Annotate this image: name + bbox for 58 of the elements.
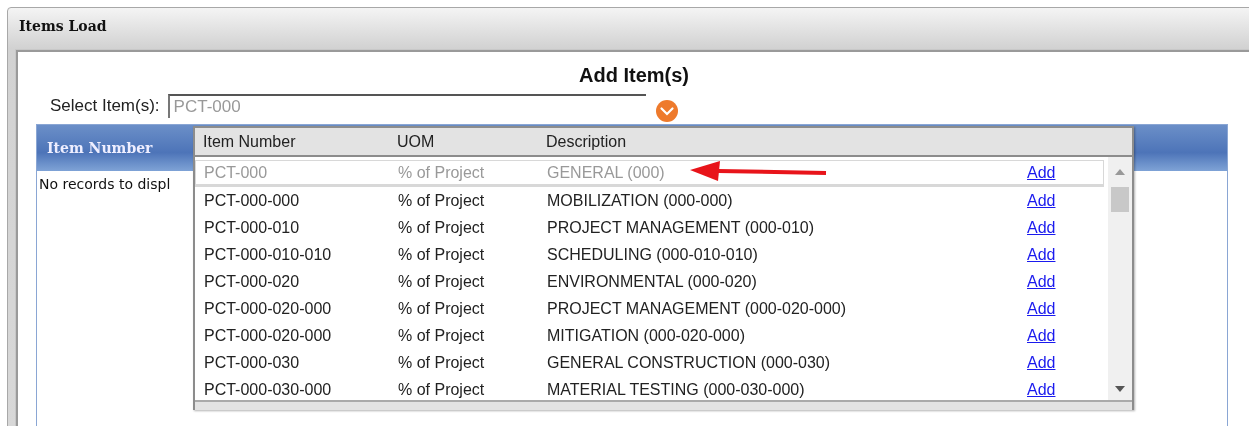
scroll-down-icon[interactable]: [1115, 386, 1125, 392]
uom-cell-text: % of Project: [398, 218, 486, 237]
uom-cell-text: % of Project: [398, 299, 486, 318]
empty-message: No records to displ: [38, 175, 172, 194]
description-cell: MATERIAL TESTING (000-030-000): [547, 380, 805, 398]
dialog-heading: Add Item(s): [578, 64, 690, 87]
description-cell: PROJECT MANAGEMENT (000-010): [547, 218, 815, 236]
description-cell: GENERAL (000): [547, 163, 665, 181]
column-header: Description: [546, 132, 628, 151]
uom-cell-text: % of Project: [398, 353, 486, 372]
item-number-cell-text: PCT-000-000: [203, 191, 301, 210]
description-cell: PROJECT MANAGEMENT (000-020-000): [547, 299, 847, 317]
add-link[interactable]: Add: [1027, 218, 1056, 237]
dropdown-row[interactable]: PCT-000-010-010 % of Project SCHEDULING (000-010-010) Add: [195, 241, 1104, 268]
add-link[interactable]: Add: [1027, 299, 1056, 318]
description-cell: ENVIRONMENTAL (000-020): [547, 272, 757, 290]
add-link[interactable]: Add: [1027, 163, 1056, 182]
dropdown-chevron-icon[interactable]: [654, 99, 679, 123]
description-cell: SCHEDULING (000-010-010): [547, 245, 758, 263]
dropdown-row[interactable]: PCT-000-030 % of Project GENERAL CONSTRUCTION (000-030) Add: [195, 349, 1104, 376]
add-link[interactable]: Add: [1027, 245, 1056, 264]
item-number-cell-text: PCT-000-010-010: [203, 245, 333, 264]
item-number-cell-text: PCT-000-030-000: [203, 380, 333, 399]
dropdown-row[interactable]: PCT-000-020-000 % of Project PROJECT MANAGEMENT (000-020-000) Add: [195, 295, 1104, 322]
uom-cell-text: % of Project: [398, 163, 486, 182]
column-header: UOM: [397, 132, 436, 151]
add-link[interactable]: Add: [1027, 380, 1056, 399]
dropdown-row[interactable]: PCT-000-010 % of Project PROJECT MANAGEMENT (000-010) Add: [195, 214, 1104, 241]
dropdown-row[interactable]: PCT-000-000 % of Project MOBILIZATION (000-000) Add: [195, 187, 1104, 214]
item-number-cell-text: PCT-000-010: [203, 218, 301, 237]
window-title: Items Load: [19, 18, 107, 34]
add-link[interactable]: Add: [1027, 191, 1056, 210]
scroll-up-icon[interactable]: [1115, 169, 1125, 175]
column-header: Item Number: [202, 132, 297, 151]
dropdown-row[interactable]: PCT-000-030-000 % of Project MATERIAL TESTING (000-030-000) Add: [195, 376, 1104, 403]
add-link[interactable]: Add: [1027, 353, 1056, 372]
scrollbar[interactable]: [1108, 157, 1132, 400]
add-link[interactable]: Add: [1027, 326, 1056, 345]
dropdown-row[interactable]: PCT-000-020-000 % of Project MITIGATION (000-020-000) Add: [195, 322, 1104, 349]
add-link[interactable]: Add: [1027, 272, 1056, 291]
uom-cell-text: % of Project: [398, 272, 486, 291]
scroll-thumb[interactable]: [1111, 187, 1129, 212]
uom-cell-text: % of Project: [398, 245, 486, 264]
item-number-cell-text: PCT-000-020-000: [203, 326, 333, 345]
item-number-cell-text: PCT-000-030: [203, 353, 301, 372]
description-cell: MOBILIZATION (000-000): [547, 191, 733, 209]
item-number-cell-text: PCT-000: [203, 163, 269, 182]
uom-cell-text: % of Project: [398, 191, 486, 210]
select-label: Select Item(s):: [50, 96, 160, 116]
dropdown-row[interactable]: PCT-000 % of Project GENERAL (000) Add: [195, 160, 1104, 187]
dropdown-row[interactable]: PCT-000-020 % of Project ENVIRONMENTAL (000-020) Add: [195, 268, 1104, 295]
uom-cell-text: % of Project: [398, 326, 486, 345]
item-number-cell-text: PCT-000-020-000: [203, 299, 333, 318]
description-cell: GENERAL CONSTRUCTION (000-030): [547, 353, 831, 371]
column-header[interactable]: Item Number: [47, 140, 153, 156]
uom-cell-text: % of Project: [398, 380, 486, 399]
description-cell: MITIGATION (000-020-000): [547, 326, 745, 344]
item-number-cell-text: PCT-000-020: [203, 272, 301, 291]
